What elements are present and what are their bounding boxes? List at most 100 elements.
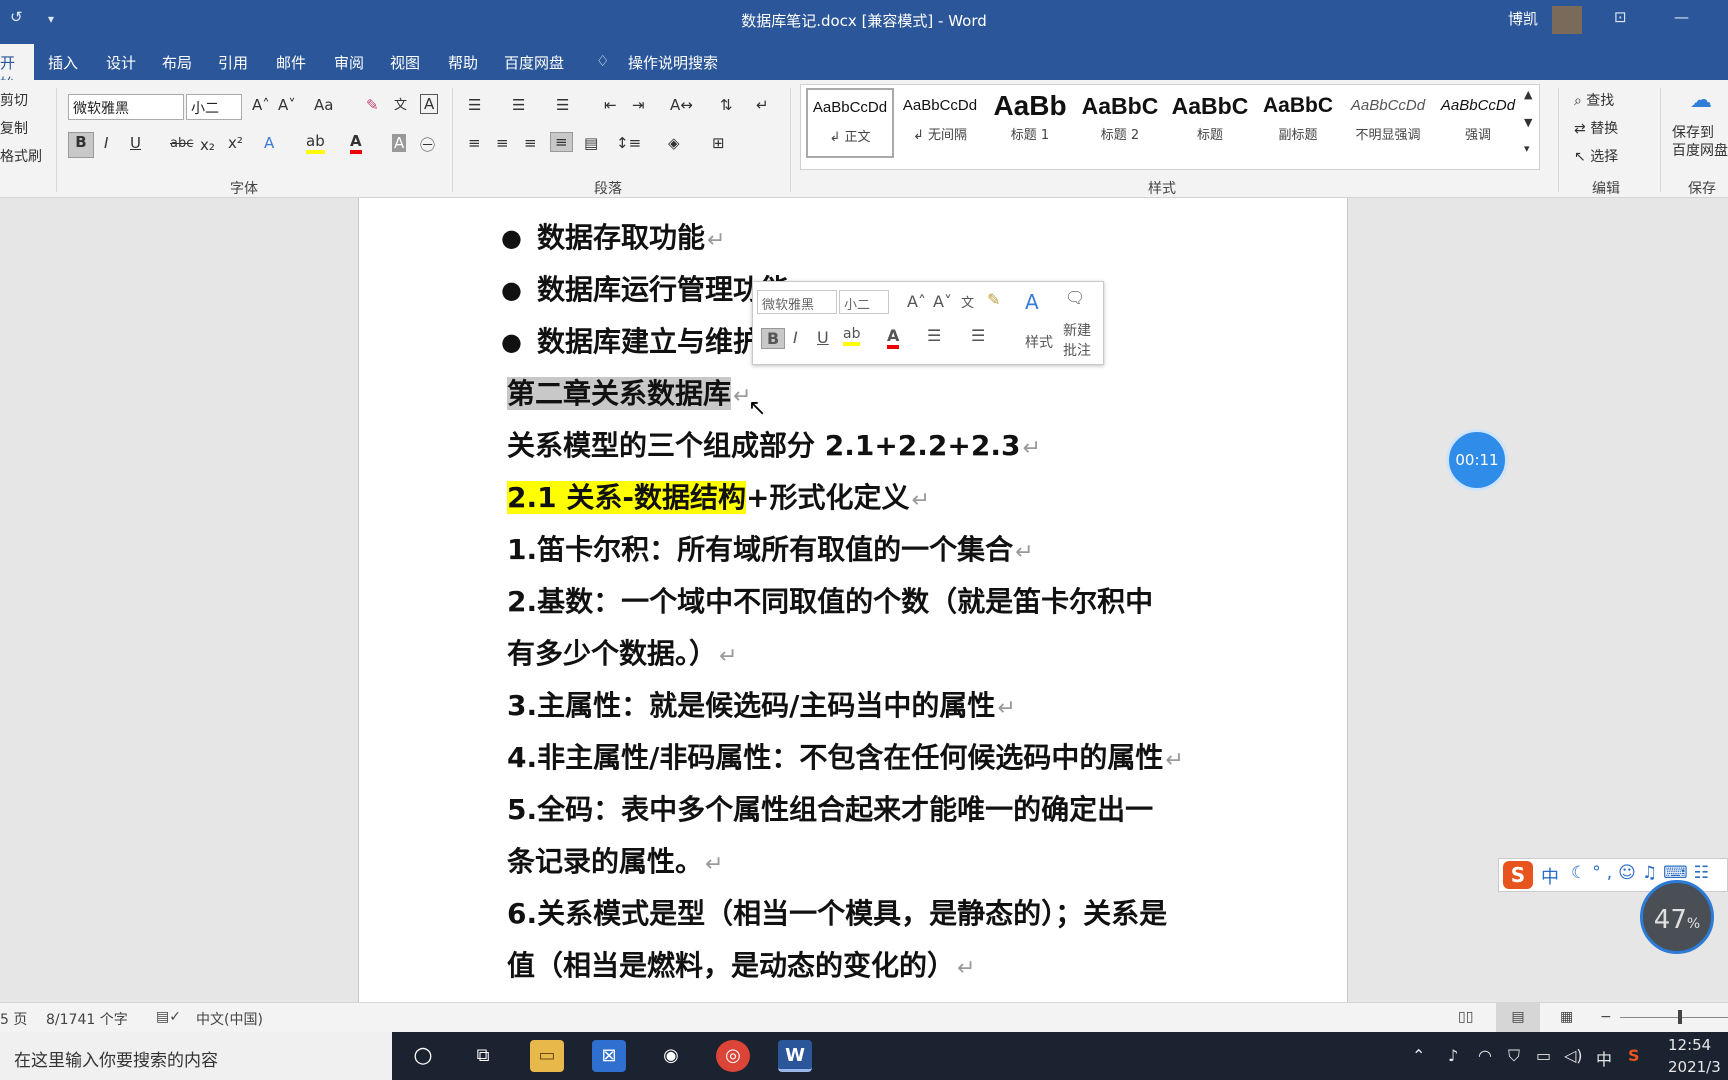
underline-button[interactable]: U (130, 134, 141, 152)
sort-icon[interactable]: ⇅ (720, 96, 733, 114)
tab-home[interactable]: 开始 (0, 44, 34, 93)
tab-mailings[interactable]: 邮件 (276, 52, 306, 73)
save-to-netdisk-label1[interactable]: 保存到 (1672, 122, 1714, 142)
comment-icon[interactable]: 🗨 (1065, 288, 1085, 307)
styles-scroll-down-icon[interactable]: ▼ (1524, 116, 1532, 129)
find-button[interactable]: ⌕ 查找 (1574, 90, 1614, 110)
format-painter-button[interactable]: 格式刷 (0, 146, 42, 166)
volume-icon[interactable]: ◁) (1564, 1046, 1583, 1065)
highlight-icon[interactable]: ab (843, 326, 861, 346)
select-button[interactable]: ↖ 选择 (1574, 146, 1618, 166)
battery-icon[interactable]: ▭ (1536, 1046, 1551, 1065)
baidu-netdisk-icon[interactable]: ☁ (1690, 88, 1712, 113)
avatar[interactable] (1552, 6, 1582, 34)
bold-button[interactable]: B (68, 132, 94, 158)
font-name-select[interactable]: 微软雅黑 (68, 94, 184, 120)
mini-italic-button[interactable]: I (793, 328, 798, 347)
new-comment-label2[interactable]: 批注 (1063, 340, 1091, 360)
mini-underline-button[interactable]: U (817, 328, 829, 347)
read-mode-icon[interactable]: ▯▯ (1458, 1009, 1473, 1025)
styles-icon[interactable]: A (1025, 290, 1039, 314)
new-comment-label1[interactable]: 新建 (1063, 320, 1091, 340)
tab-references[interactable]: 引用 (218, 52, 248, 73)
ime-tools-icon[interactable]: ☾°,☺♫⌨☷ (1571, 863, 1715, 883)
style-subtitle[interactable]: AaBbC 副标题 (1254, 88, 1342, 158)
web-layout-icon[interactable]: ▦ (1560, 1009, 1573, 1025)
recording-timer[interactable]: 00:11 (1446, 429, 1508, 491)
style-heading-1[interactable]: AaBb 标题 1 (986, 88, 1074, 158)
phonetic-guide-icon[interactable]: 文 (961, 292, 974, 311)
align-right-icon[interactable]: ≡ (524, 134, 537, 152)
doc-line[interactable]: 关系模型的三个组成部分 2.1+2.2+2.3↵ (507, 426, 1041, 469)
tab-review[interactable]: 审阅 (334, 52, 364, 73)
word-count[interactable]: 8/1741 个字 (46, 1009, 128, 1029)
strikethrough-button[interactable]: abc (170, 136, 193, 151)
distributed-icon[interactable]: ▤ (584, 134, 598, 152)
doc-line[interactable]: 条记录的属性。↵ (507, 842, 723, 885)
print-layout-icon[interactable]: ▤ (1496, 1003, 1540, 1032)
copy-button[interactable]: 复制 (0, 118, 28, 138)
mini-size-select[interactable]: 小二 (839, 290, 889, 314)
sogou-tray-icon[interactable]: S (1628, 1046, 1640, 1065)
replace-button[interactable]: ⇄ 替换 (1574, 118, 1618, 138)
decrease-indent-icon[interactable]: ⇤ (604, 96, 617, 114)
chapter-heading[interactable]: 第二章关系数据库↵ (507, 374, 751, 417)
file-explorer-icon[interactable]: ▭ (530, 1040, 564, 1072)
chrome-icon[interactable]: ◎ (716, 1040, 750, 1072)
font-size-select[interactable]: 小二 (186, 94, 242, 120)
cut-button[interactable]: 剪切 (0, 90, 28, 110)
borders-icon[interactable]: ⊞ (712, 134, 725, 152)
store-icon[interactable]: ⊠ (592, 1040, 626, 1072)
bullets-icon[interactable]: ☰ (927, 326, 941, 345)
cortana-icon[interactable]: ○ (406, 1040, 440, 1072)
enclose-char-icon[interactable]: ㊀ (420, 134, 435, 155)
doc-line[interactable]: 3.主属性：就是候选码/主码当中的属性↵ (507, 686, 1016, 729)
doc-line[interactable]: 4.非主属性/非码属性：不包含在任何候选码中的属性↵ (507, 738, 1184, 781)
style-subtle-emphasis[interactable]: AaBbCcDd 不明显强调 (1344, 88, 1432, 158)
phonetic-guide-icon[interactable]: 文 (394, 94, 407, 113)
subscript-button[interactable]: x₂ (200, 136, 215, 154)
wifi-icon[interactable]: ◠ (1478, 1046, 1492, 1065)
mini-bold-button[interactable]: B (761, 328, 786, 349)
page-count[interactable]: 5 页 (0, 1009, 27, 1029)
highlighted-text[interactable]: 2.1 关系-数据结构 (507, 481, 746, 514)
align-center-icon[interactable]: ≡ (496, 134, 509, 152)
line-spacing-icon[interactable]: ↕≡ (616, 134, 641, 152)
doc-line[interactable]: 值（相当是燃料，是动态的变化的）↵ (507, 946, 975, 989)
tab-layout[interactable]: 布局 (162, 52, 192, 73)
clear-format-icon[interactable]: ✎ (366, 96, 379, 114)
char-shading-icon[interactable]: A (392, 134, 407, 152)
shading-icon[interactable]: ◈ (668, 134, 680, 152)
align-left-icon[interactable]: ≡ (468, 134, 481, 152)
style-no-spacing[interactable]: AaBbCcDd ↲ 无间隔 (896, 88, 984, 158)
shrink-font-icon[interactable]: A˅ (278, 96, 296, 114)
taskbar-search-input[interactable]: 在这里输入你要搜索的内容 (0, 1032, 392, 1080)
italic-button[interactable]: I (104, 134, 108, 152)
task-view-icon[interactable]: ⧉ (466, 1040, 500, 1072)
tab-design[interactable]: 设计 (106, 52, 136, 73)
word-icon[interactable]: W (778, 1040, 812, 1072)
minimize-icon[interactable]: — (1674, 8, 1689, 26)
user-name[interactable]: 博凯 (1508, 8, 1538, 29)
doc-line[interactable]: 有多少个数据。）↵ (507, 634, 737, 677)
doc-line[interactable]: 2.基数：一个域中不同取值的个数（就是笛卡尔积中 (507, 582, 1153, 622)
multilevel-list-icon[interactable]: ☰ (556, 96, 569, 114)
increase-indent-icon[interactable]: ⇥ (632, 96, 645, 114)
shrink-font-icon[interactable]: A˅ (933, 292, 952, 311)
justify-icon[interactable]: ≡ (550, 132, 573, 152)
doc-line[interactable]: 6.关系模式是型（相当一个模具，是静态的）；关系是 (507, 894, 1167, 934)
zoom-thumb[interactable] (1678, 1010, 1682, 1024)
battery-widget[interactable]: 47% (1640, 880, 1714, 954)
styles-scroll-up-icon[interactable]: ▲ (1524, 88, 1532, 101)
mini-font-select[interactable]: 微软雅黑 (757, 290, 837, 314)
tray-ime-indicator[interactable]: 中 (1596, 1046, 1612, 1070)
grow-font-icon[interactable]: A˄ (252, 96, 270, 114)
style-title[interactable]: AaBbC 标题 (1166, 88, 1254, 158)
clock-date[interactable]: 2021/3 (1668, 1058, 1721, 1076)
qq-icon[interactable]: ◉ (654, 1040, 688, 1072)
bullet-line-1[interactable]: 数据存取功能↵ (501, 218, 726, 261)
security-icon[interactable]: ⛉ (1508, 1046, 1520, 1066)
change-case-button[interactable]: Aa (314, 96, 333, 114)
numbering-icon[interactable]: ☰ (512, 96, 525, 114)
tab-insert[interactable]: 插入 (48, 52, 78, 73)
